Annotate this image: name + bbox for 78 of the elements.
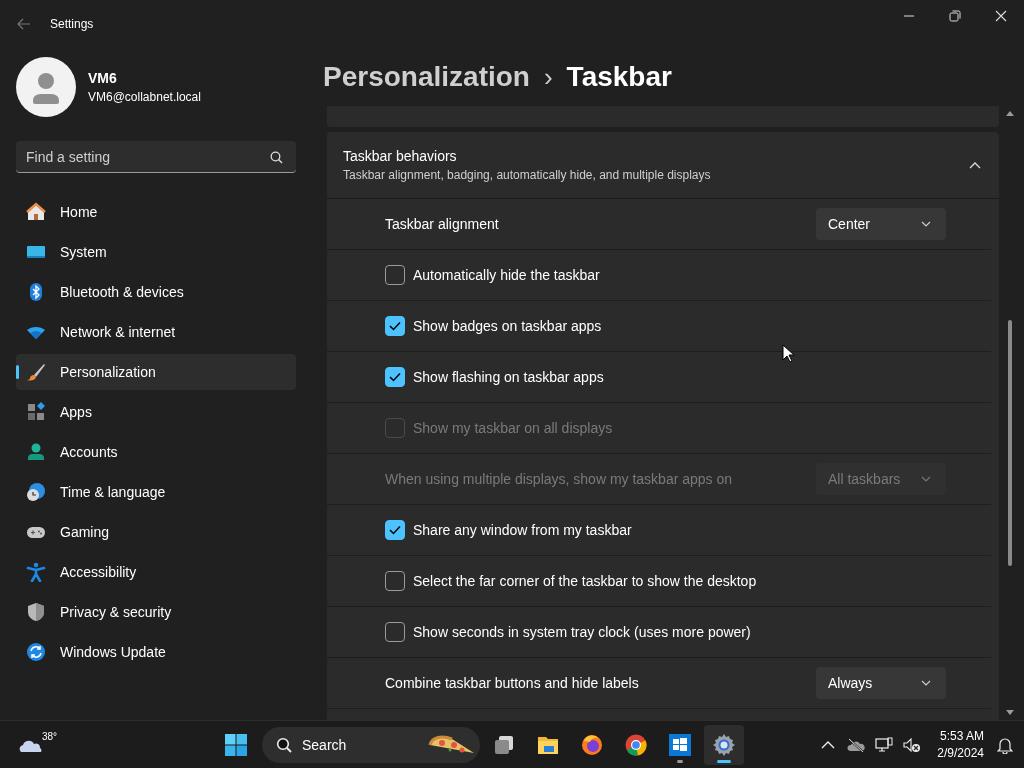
windows-logo-icon — [668, 732, 692, 757]
section-header[interactable]: Taskbar behaviors Taskbar alignment, badging, automatically hide, and multiple displays — [327, 132, 999, 199]
weather-widget[interactable]: 38° — [12, 724, 68, 765]
accessibility-icon — [26, 562, 46, 582]
checkbox[interactable] — [385, 571, 405, 591]
sidebar-item[interactable]: Gaming — [16, 514, 296, 550]
checkmark-icon — [389, 525, 401, 535]
chevron-up-icon — [969, 161, 981, 169]
clock[interactable]: 5:53 AM 2/9/2024 — [927, 729, 990, 760]
globe-clock-icon — [26, 482, 46, 502]
scroll-down-icon[interactable] — [1006, 710, 1014, 716]
dropdown[interactable]: Always — [816, 667, 946, 699]
checkbox[interactable] — [385, 265, 405, 285]
setting-label: Combine taskbar buttons and hide labels — [385, 675, 640, 691]
checkbox-label: Show my taskbar on all displays — [413, 420, 614, 436]
network-icon — [875, 736, 894, 753]
checkbox[interactable] — [385, 367, 405, 387]
checkbox-label: Select the far corner of the taskbar to show the desktop — [413, 573, 758, 589]
sidebar-item[interactable]: Personalization — [16, 354, 296, 390]
sidebar-item[interactable]: Bluetooth & devices — [16, 274, 296, 310]
search-icon — [276, 736, 292, 753]
shield-icon — [26, 602, 46, 622]
sidebar-item[interactable]: Apps — [16, 394, 296, 430]
checkbox-label: Automatically hide the taskbar — [413, 267, 601, 283]
checkbox-label: Share any window from my taskbar — [413, 522, 633, 538]
checkbox[interactable] — [385, 622, 405, 642]
setting-label: Taskbar alignment — [385, 216, 500, 232]
restore-icon — [949, 10, 961, 22]
sidebar-item[interactable]: Network & internet — [16, 314, 296, 350]
browser-icon — [624, 732, 648, 757]
checkmark-icon — [389, 372, 401, 382]
section-subtitle: Taskbar alignment, badging, automatically hide, and multiple displays — [343, 168, 712, 182]
close-icon — [995, 10, 1007, 22]
taskbar-search[interactable]: Search — [262, 726, 480, 763]
speaker-muted-icon — [903, 736, 922, 753]
sidebar-item[interactable]: Accessibility — [16, 554, 296, 590]
breadcrumb-separator: › — [543, 61, 553, 93]
update-icon — [26, 642, 46, 662]
avatar-icon — [16, 57, 76, 117]
checkbox-label: Show seconds in system tray clock (uses more power) — [413, 624, 752, 640]
paintbrush-icon — [26, 362, 46, 382]
scroll-up-icon[interactable] — [1006, 110, 1014, 116]
sidebar-item[interactable]: Accounts — [16, 434, 296, 470]
chevron-down-icon — [921, 680, 931, 686]
dropdown[interactable]: Center — [816, 208, 946, 240]
window-title: Settings — [50, 17, 94, 31]
chevron-up-icon — [821, 740, 836, 749]
page-title: Taskbar — [566, 61, 672, 93]
cloud-off-icon — [847, 737, 866, 752]
chevron-down-icon — [921, 221, 931, 227]
checkbox-label: Show badges on taskbar apps — [413, 318, 603, 334]
taskbar-app[interactable] — [704, 724, 744, 765]
setting-label: When using multiple displays, show my taskbar apps on — [385, 471, 734, 487]
checkbox[interactable] — [385, 520, 405, 540]
user-name: VM6 — [88, 70, 118, 86]
sidebar-item[interactable]: System — [16, 234, 296, 270]
checkbox-label: Show flashing on taskbar apps — [413, 369, 605, 385]
sidebar-item[interactable]: Windows Update — [16, 634, 296, 670]
home-icon — [26, 202, 46, 222]
cursor-icon — [782, 344, 794, 363]
sidebar-item[interactable]: Privacy & security — [16, 594, 296, 630]
user-email: VM6@collabnet.local — [88, 90, 201, 104]
checkbox[interactable] — [385, 316, 405, 336]
breadcrumb-link[interactable]: Personalization — [323, 61, 530, 93]
person-icon — [26, 442, 46, 462]
checkmark-icon — [389, 321, 401, 331]
gear-icon — [712, 732, 736, 757]
section-title: Taskbar behaviors — [343, 148, 458, 164]
search-icon — [270, 151, 283, 164]
search-field[interactable]: Find a setting — [16, 141, 296, 173]
sidebar-item[interactable]: Time & language — [16, 474, 296, 510]
fox-globe-icon — [580, 732, 604, 757]
apps-icon — [26, 402, 46, 422]
sidebar-item[interactable]: Home — [16, 194, 296, 230]
bell-icon — [997, 735, 1013, 754]
windows-logo-icon — [224, 732, 248, 757]
chevron-down-icon — [921, 476, 931, 482]
back-arrow-icon[interactable] — [17, 18, 31, 30]
